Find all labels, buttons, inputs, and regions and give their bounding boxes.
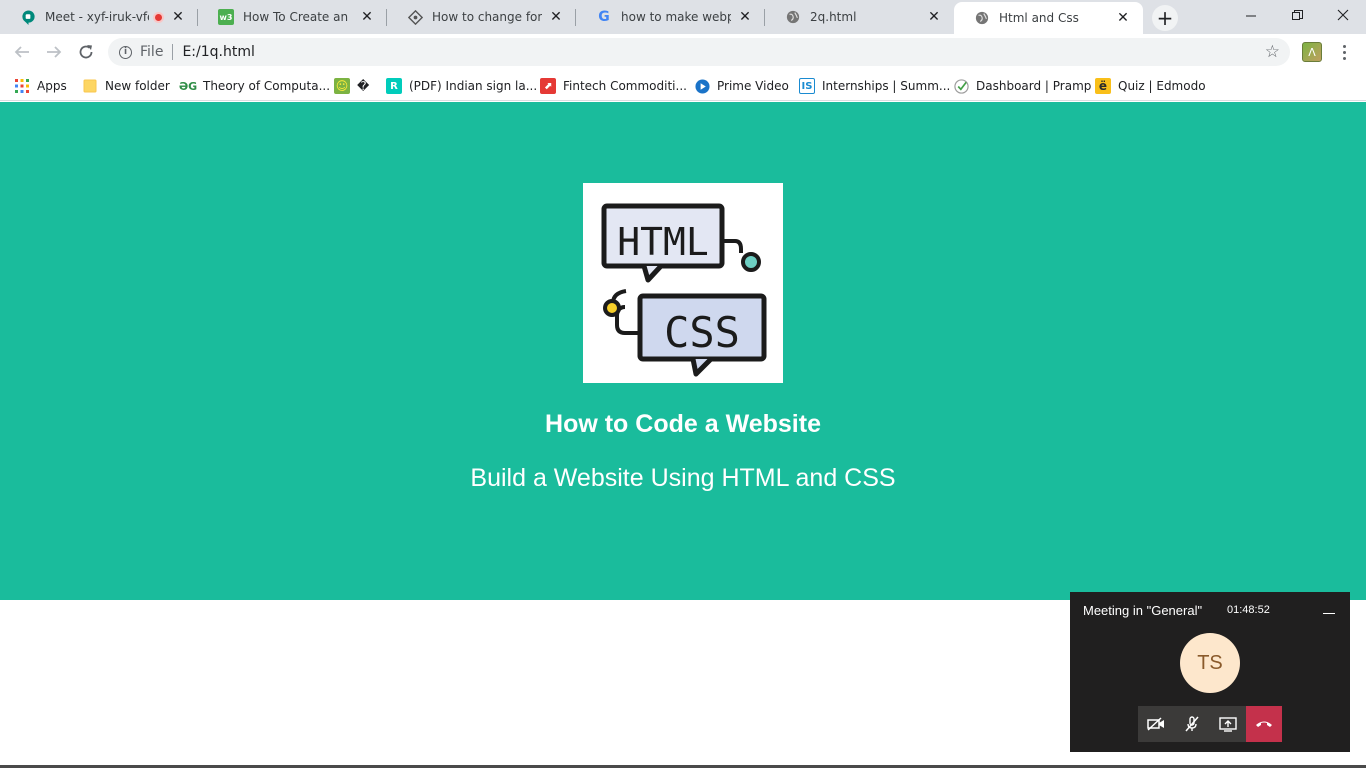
meeting-title: Meeting in "General" [1083,603,1203,618]
close-tab-icon[interactable]: ✕ [1115,10,1131,26]
new-tab-button[interactable]: + [1152,5,1178,31]
bookmark-label: (PDF) Indian sign la... [409,79,538,93]
bookmark-label: Theory of Computa... [203,79,331,93]
back-arrow-icon[interactable] [10,40,34,64]
bookmark-internships[interactable]: IS Internships | Summ... [799,76,950,96]
researchgate-icon: R [386,78,402,94]
tab-make-webpage[interactable]: G how to make webpage ✕ [576,0,765,34]
bookmark-label: Apps [37,79,67,93]
hero-section: HTML CSS How to Code a Website Build a W… [0,102,1366,600]
close-tab-icon[interactable]: ✕ [170,9,186,25]
bookmark-label: � [357,79,370,93]
url-divider [172,44,174,60]
bookmark-label: Prime Video [717,79,789,93]
tab-create-exam[interactable]: w3 How To Create an Exam ✕ [198,0,387,34]
page-subtitle: Build a Website Using HTML and CSS [470,464,896,492]
smiley-icon: ☺ [334,78,350,94]
meeting-timer: 01:48:52 [1227,604,1270,616]
bookmark-apps[interactable]: Apps [14,76,67,96]
bookmark-new-folder[interactable]: New folder [82,76,170,96]
tab-title: How to change font siz [432,10,542,24]
bookmark-star-icon[interactable]: ☆ [1265,42,1280,62]
bookmark-fintech[interactable]: ⬈ Fintech Commoditi... [540,76,687,96]
tab-title: Html and Css [999,11,1079,25]
logo-css-text: CSS [664,308,740,357]
tab-title: how to make webpage [621,10,731,24]
tab-title: Meet - xyf-iruk-vfe [45,10,149,24]
internshala-icon: IS [799,78,815,94]
globe-icon [785,9,801,25]
minimize-meeting-icon[interactable] [1323,598,1335,614]
pramp-icon [953,78,969,94]
address-bar[interactable]: i File E:/1q.html ☆ [108,38,1290,66]
bookmark-smiley[interactable]: ☺ � [334,76,369,96]
tab-2q[interactable]: 2q.html ✕ [765,0,954,34]
bookmark-label: Internships | Summ... [822,79,951,93]
apps-grid-icon [14,78,30,94]
globe-icon [974,10,990,26]
tab-title: 2q.html [810,10,857,24]
bookmark-label: Fintech Commoditi... [563,79,687,93]
bookmark-pramp[interactable]: Dashboard | Pramp [953,76,1091,96]
tab-change-font[interactable]: How to change font siz ✕ [387,0,576,34]
forward-arrow-icon[interactable] [42,40,66,64]
mic-off-icon[interactable] [1174,706,1210,742]
bookmark-theory-of-computation[interactable]: ƏG Theory of Computa... [178,76,331,96]
close-tab-icon[interactable]: ✕ [737,9,753,25]
close-tab-icon[interactable]: ✕ [359,9,375,25]
google-meet-icon [20,9,36,25]
url-scheme: File [140,44,164,60]
logo-html-text: HTML [617,220,709,264]
meeting-controls [1138,706,1282,742]
edmodo-icon: ë [1095,78,1111,94]
tab-strip: Meet - xyf-iruk-vfe ✕ w3 How To Create a… [0,0,1366,34]
close-tab-icon[interactable]: ✕ [548,9,564,25]
bookmark-label: Dashboard | Pramp [976,79,1092,93]
minimize-window-icon[interactable] [1228,0,1274,30]
codegrepper-icon [407,9,423,25]
html-css-logo: HTML CSS [583,183,783,383]
bookmark-prime-video[interactable]: Prime Video [694,76,789,96]
bookmark-red-icon: ⬈ [540,78,556,94]
participant-avatar: TS [1180,633,1240,693]
camera-off-icon[interactable] [1138,706,1174,742]
tab-title: How To Create an Exam [243,10,353,24]
meeting-widget[interactable]: Meeting in "General" 01:48:52 TS [1070,592,1350,752]
close-window-icon[interactable] [1320,0,1366,30]
browser-menu-icon[interactable] [1336,41,1352,63]
folder-icon [82,78,98,94]
geeksforgeeks-icon: ƏG [178,79,198,93]
w3schools-icon: w3 [218,9,234,25]
browser-toolbar: i File E:/1q.html ☆ Λ [0,34,1366,70]
prime-video-icon [694,78,710,94]
close-tab-icon[interactable]: ✕ [926,9,942,25]
page-title: How to Code a Website [545,410,821,438]
bookmarks-bar: Apps New folder ƏG Theory of Computa... … [0,70,1366,101]
google-icon: G [598,9,610,25]
bookmark-indian-sign-language[interactable]: R (PDF) Indian sign la... [386,76,537,96]
share-screen-icon[interactable] [1210,706,1246,742]
bookmark-edmodo[interactable]: ë Quiz | Edmodo [1095,76,1206,96]
tab-meet[interactable]: Meet - xyf-iruk-vfe ✕ [0,0,198,34]
restore-window-icon[interactable] [1274,0,1320,30]
bookmark-label: New folder [105,79,170,93]
recording-indicator-icon [153,11,164,23]
tab-html-and-css[interactable]: Html and Css ✕ [954,2,1143,34]
profile-avatar[interactable]: Λ [1302,42,1322,62]
hang-up-icon[interactable] [1246,706,1282,742]
url-text[interactable]: E:/1q.html [182,44,254,60]
reload-icon[interactable] [74,40,98,64]
site-info-icon[interactable]: i [119,45,132,59]
bookmark-label: Quiz | Edmodo [1118,79,1206,93]
